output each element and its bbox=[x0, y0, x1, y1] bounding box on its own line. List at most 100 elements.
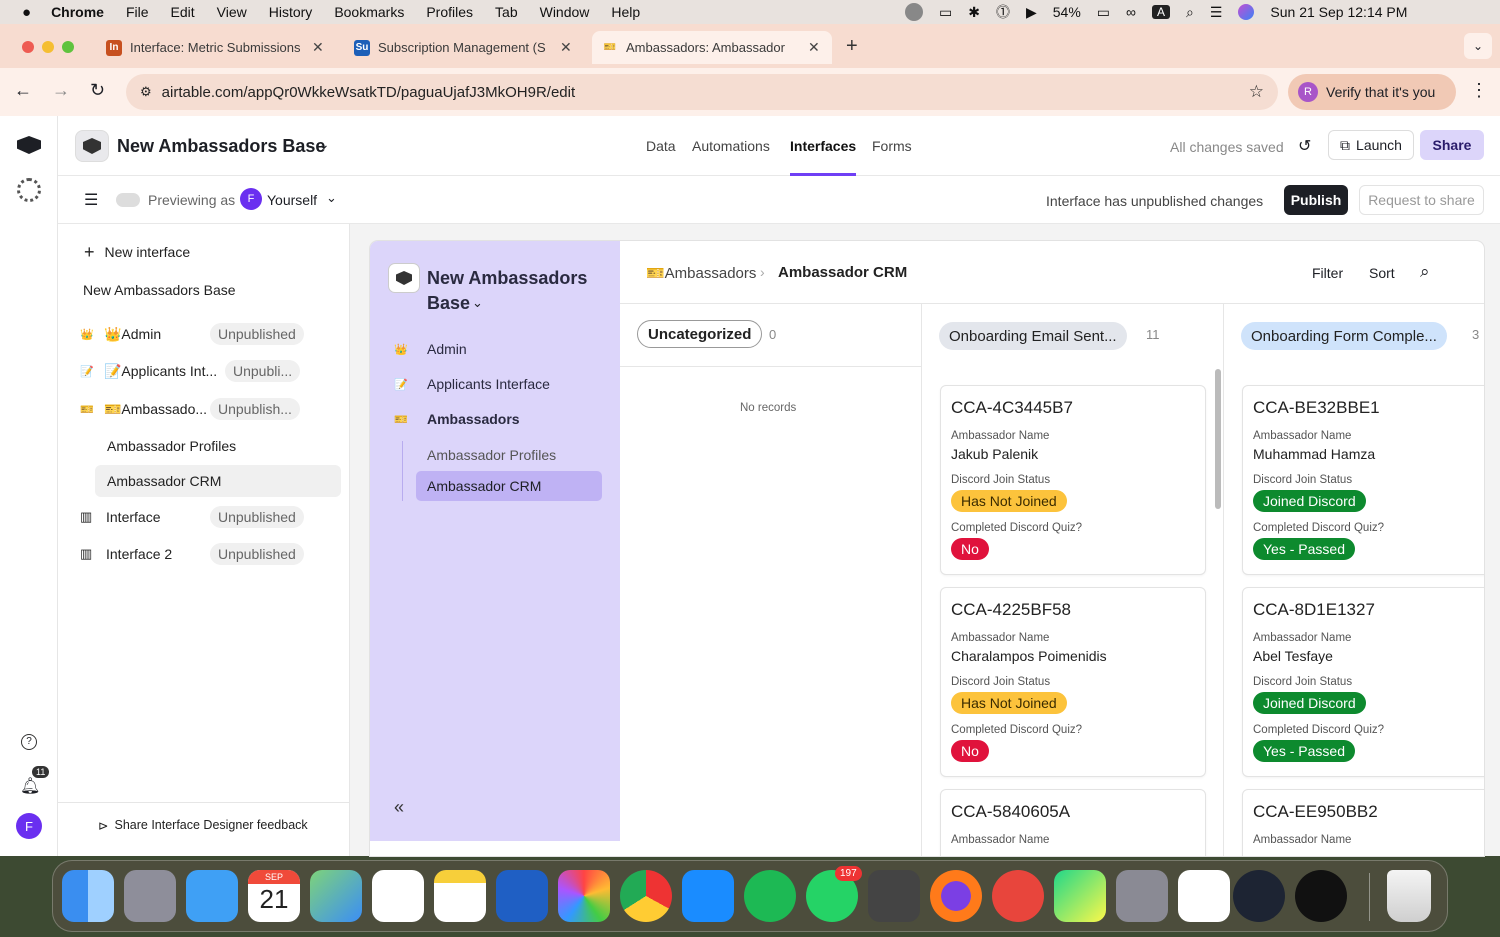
link-icon[interactable]: ∞ bbox=[1126, 4, 1136, 20]
collapse-nav-icon[interactable]: « bbox=[394, 797, 404, 818]
chevron-down-icon[interactable]: ⌄ bbox=[326, 190, 337, 206]
nav-tab-automations[interactable]: Automations bbox=[692, 138, 770, 154]
nav-tab-interfaces[interactable]: Interfaces bbox=[790, 138, 856, 154]
edge-dev-icon[interactable] bbox=[1233, 870, 1285, 922]
spotify-icon[interactable] bbox=[744, 870, 796, 922]
interface-nav-title[interactable]: New Ambassadors bbox=[427, 268, 587, 289]
menu-file[interactable]: File bbox=[126, 4, 149, 20]
menu-edit[interactable]: Edit bbox=[171, 4, 195, 20]
more-menu-icon[interactable]: ⋮ bbox=[1470, 80, 1488, 101]
launchpad-icon[interactable] bbox=[124, 870, 176, 922]
inav-subitem-crm[interactable]: Ambassador CRM bbox=[427, 478, 541, 494]
new-interface-button[interactable]: + New interface bbox=[84, 237, 190, 267]
maps-icon[interactable] bbox=[310, 870, 362, 922]
feedback-link[interactable]: ⊳ Share Interface Designer feedback bbox=[98, 810, 308, 840]
history-icon[interactable]: ↺ bbox=[1298, 136, 1311, 156]
calculator-icon[interactable] bbox=[868, 870, 920, 922]
inav-item-admin[interactable]: 👑 Admin bbox=[394, 341, 467, 357]
nav-tab-forms[interactable]: Forms bbox=[872, 138, 912, 154]
menu-view[interactable]: View bbox=[217, 4, 247, 20]
column-header-onboarding-form[interactable]: Onboarding Form Comple... bbox=[1241, 322, 1447, 350]
menu-app-name[interactable]: Chrome bbox=[51, 4, 104, 20]
photos-icon[interactable] bbox=[558, 870, 610, 922]
clock[interactable]: Sun 21 Sep 12:14 PM bbox=[1270, 4, 1407, 20]
preview-toggle[interactable] bbox=[116, 193, 140, 207]
record-card[interactable]: CCA-BE32BBE1 Ambassador Name Muhammad Ha… bbox=[1242, 385, 1484, 575]
sidebar-item-ambassadors[interactable]: 🎫 🎫Ambassado... bbox=[80, 394, 207, 424]
close-icon[interactable]: ✕ bbox=[808, 39, 820, 56]
display-icon[interactable]: ▭ bbox=[939, 4, 952, 21]
search-icon[interactable]: ⌕ bbox=[1420, 262, 1430, 282]
chevron-down-icon[interactable]: ⌄ bbox=[318, 136, 330, 153]
back-icon[interactable]: ← bbox=[14, 80, 32, 101]
sidebar-subitem-crm[interactable]: Ambassador CRM bbox=[107, 466, 221, 496]
breadcrumb-parent[interactable]: 🎫Ambassadors bbox=[646, 264, 756, 282]
inav-item-ambassadors[interactable]: 🎫 Ambassadors bbox=[394, 411, 520, 427]
interface-nav-title-2[interactable]: Base bbox=[427, 293, 470, 314]
record-card[interactable]: CCA-5840605A Ambassador Name bbox=[940, 789, 1206, 856]
column-scrollbar[interactable] bbox=[1215, 369, 1221, 509]
upwork-icon[interactable] bbox=[1295, 870, 1347, 922]
control-center-icon[interactable]: ☰ bbox=[1210, 4, 1223, 21]
app-store-icon[interactable] bbox=[682, 870, 734, 922]
tasks-app-icon[interactable] bbox=[992, 870, 1044, 922]
play-icon[interactable]: ▶ bbox=[1026, 4, 1037, 21]
chevron-down-icon[interactable]: ⌄ bbox=[472, 295, 483, 311]
reminders-icon[interactable] bbox=[372, 870, 424, 922]
record-card[interactable]: CCA-4C3445B7 Ambassador Name Jakub Palen… bbox=[940, 385, 1206, 575]
menu-help[interactable]: Help bbox=[611, 4, 640, 20]
input-source-icon[interactable]: A bbox=[1152, 5, 1171, 19]
column-header-onboarding-email[interactable]: Onboarding Email Sent... bbox=[939, 322, 1127, 350]
user-avatar[interactable]: F bbox=[16, 813, 42, 839]
inav-item-applicants[interactable]: 📝 Applicants Interface bbox=[394, 376, 550, 392]
sidebar-item-interface[interactable]: ▥ Interface bbox=[80, 502, 160, 532]
tab-subscription-management[interactable]: Su Subscription Management (S ✕ bbox=[344, 31, 584, 64]
tab-metric-submissions[interactable]: In Interface: Metric Submissions ✕ bbox=[96, 31, 336, 64]
menu-history[interactable]: History bbox=[269, 4, 313, 20]
word-icon[interactable] bbox=[496, 870, 548, 922]
battery-icon[interactable]: ▭ bbox=[1097, 4, 1110, 21]
nav-tab-data[interactable]: Data bbox=[646, 138, 676, 154]
record-card[interactable]: CCA-4225BF58 Ambassador Name Charalampos… bbox=[940, 587, 1206, 777]
tab-search-button[interactable]: ⌄ bbox=[1464, 33, 1492, 59]
launch-button[interactable]: ⧉ Launch bbox=[1328, 130, 1414, 160]
tab-ambassadors[interactable]: 🎫 Ambassadors: Ambassador ✕ bbox=[592, 31, 832, 64]
column-header-uncategorized[interactable]: Uncategorized bbox=[637, 320, 763, 348]
sort-button[interactable]: Sort bbox=[1369, 265, 1395, 281]
filter-button[interactable]: Filter bbox=[1312, 265, 1343, 281]
close-icon[interactable]: ✕ bbox=[312, 39, 324, 56]
chrome-icon[interactable] bbox=[620, 870, 672, 922]
minimize-window-button[interactable] bbox=[42, 41, 54, 53]
forward-icon[interactable]: → bbox=[52, 80, 70, 101]
publish-button[interactable]: Publish bbox=[1284, 185, 1348, 215]
breadcrumb-current[interactable]: Ambassador CRM bbox=[778, 264, 907, 281]
new-tab-button[interactable]: + bbox=[846, 35, 858, 58]
firefox-icon[interactable] bbox=[930, 870, 982, 922]
share-button[interactable]: Share bbox=[1420, 130, 1484, 160]
finder-icon[interactable] bbox=[62, 870, 114, 922]
record-card[interactable]: CCA-8D1E1327 Ambassador Name Abel Tesfay… bbox=[1242, 587, 1484, 777]
help-icon[interactable]: ? bbox=[21, 734, 37, 750]
menu-profiles[interactable]: Profiles bbox=[426, 4, 473, 20]
sidebar-subitem-profiles[interactable]: Ambassador Profiles bbox=[107, 431, 236, 461]
menu-tab[interactable]: Tab bbox=[495, 4, 518, 20]
upwork-status-icon[interactable] bbox=[905, 3, 923, 21]
sidebar-item-admin[interactable]: 👑 👑Admin bbox=[80, 319, 161, 349]
hamburger-icon[interactable]: ☰ bbox=[84, 190, 98, 210]
slack-icon[interactable] bbox=[1178, 870, 1230, 922]
reload-icon[interactable]: ↻ bbox=[90, 80, 105, 101]
verify-identity-button[interactable]: R Verify that it's you bbox=[1288, 74, 1456, 110]
address-bar[interactable]: ⚙ airtable.com/appQr0WkkeWsatkTD/paguaUj… bbox=[126, 74, 1278, 110]
mail-icon[interactable] bbox=[186, 870, 238, 922]
request-to-share-button[interactable]: Request to share bbox=[1359, 185, 1484, 215]
menu-window[interactable]: Window bbox=[540, 4, 590, 20]
site-settings-icon[interactable]: ⚙ bbox=[140, 84, 152, 100]
url-text[interactable]: airtable.com/appQr0WkkeWsatkTD/paguaUjaf… bbox=[162, 84, 575, 101]
airtable-logo-icon[interactable] bbox=[17, 136, 41, 154]
preview-user-name[interactable]: Yourself bbox=[267, 192, 317, 208]
inav-subitem-profiles[interactable]: Ambassador Profiles bbox=[427, 447, 556, 463]
notes-icon[interactable] bbox=[434, 870, 486, 922]
siri-icon[interactable] bbox=[1238, 4, 1255, 20]
close-icon[interactable]: ✕ bbox=[560, 39, 572, 56]
search-icon[interactable]: ⌕ bbox=[1186, 4, 1194, 21]
